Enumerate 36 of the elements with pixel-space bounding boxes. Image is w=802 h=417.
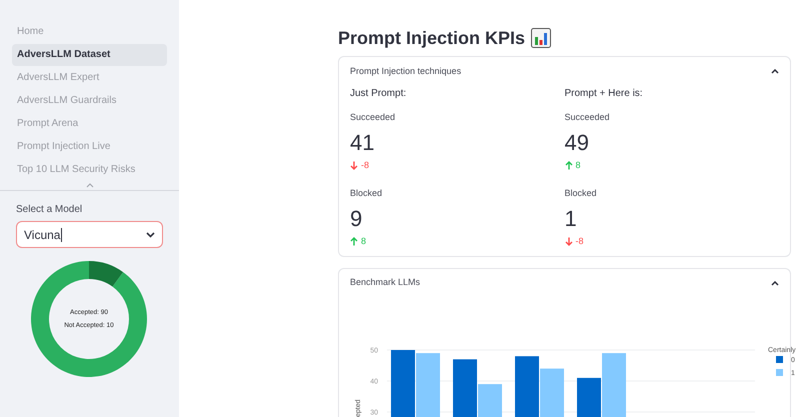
bar (391, 350, 415, 417)
nav-item[interactable]: AdversLLM Dataset (12, 44, 167, 66)
nav-item[interactable]: Prompt Arena (12, 113, 167, 135)
metric-value: 1 (564, 204, 578, 232)
metric-label: Succeeded (350, 111, 396, 124)
bar (416, 353, 440, 417)
nav-item[interactable]: AdversLLM Expert (12, 67, 167, 89)
metric-label: Succeeded (564, 111, 611, 124)
column-heading: Just Prompt: (350, 87, 408, 101)
bar (515, 356, 539, 417)
metric-value: 41 (350, 128, 376, 156)
metric-label: Blocked (564, 187, 598, 200)
nav-item[interactable]: Prompt Injection Live (12, 136, 167, 158)
page-title: Prompt Injection KPIs (338, 29, 526, 47)
nav-item[interactable]: Home (12, 21, 167, 43)
metric-label: Blocked (350, 187, 384, 200)
caret-up-icon[interactable] (771, 69, 779, 74)
select-label: Select a Model (16, 203, 84, 217)
bar (540, 368, 564, 417)
legend-swatch (776, 356, 783, 363)
metric-delta: -8 (361, 158, 370, 172)
metric-delta: -8 (576, 234, 584, 248)
panel-header[interactable]: Prompt Injection techniques (350, 64, 462, 78)
metric-value: 49 (564, 128, 590, 156)
column-heading: Prompt + Here is: (564, 87, 644, 101)
caret-up-icon[interactable] (771, 280, 779, 286)
nav-item[interactable]: Top 10 LLM Security Risks (12, 159, 167, 181)
panel-header[interactable]: Benchmark LLMs (350, 276, 420, 290)
metric-value: 9 (350, 204, 364, 232)
legend-swatch (776, 369, 783, 376)
metric-delta: 8 (576, 158, 581, 172)
metric-delta: 8 (361, 234, 366, 248)
model-select[interactable]: Vicuna (16, 221, 163, 248)
bar-chart-icon (531, 28, 552, 48)
nav-item[interactable]: AdversLLM Guardrails (12, 90, 167, 112)
chevron-down-icon (146, 232, 155, 238)
